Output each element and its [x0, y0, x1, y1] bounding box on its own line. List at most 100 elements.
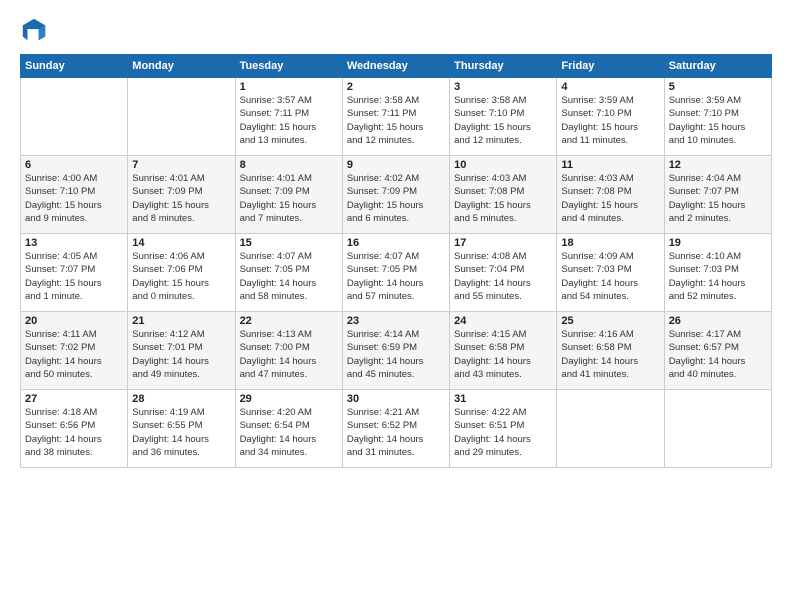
day-number: 15: [240, 237, 338, 249]
calendar-cell: 30Sunrise: 4:21 AM Sunset: 6:52 PM Dayli…: [342, 390, 449, 468]
day-number: 29: [240, 393, 338, 405]
weekday-header-sunday: Sunday: [21, 55, 128, 78]
day-info: Sunrise: 4:21 AM Sunset: 6:52 PM Dayligh…: [347, 406, 445, 459]
day-number: 28: [132, 393, 230, 405]
calendar-cell: 22Sunrise: 4:13 AM Sunset: 7:00 PM Dayli…: [235, 312, 342, 390]
day-info: Sunrise: 4:03 AM Sunset: 7:08 PM Dayligh…: [561, 172, 659, 225]
calendar-cell: 28Sunrise: 4:19 AM Sunset: 6:55 PM Dayli…: [128, 390, 235, 468]
calendar-cell: [557, 390, 664, 468]
calendar-cell: 10Sunrise: 4:03 AM Sunset: 7:08 PM Dayli…: [450, 156, 557, 234]
day-info: Sunrise: 4:11 AM Sunset: 7:02 PM Dayligh…: [25, 328, 123, 381]
calendar-cell: 25Sunrise: 4:16 AM Sunset: 6:58 PM Dayli…: [557, 312, 664, 390]
day-info: Sunrise: 3:59 AM Sunset: 7:10 PM Dayligh…: [561, 94, 659, 147]
day-info: Sunrise: 4:19 AM Sunset: 6:55 PM Dayligh…: [132, 406, 230, 459]
day-number: 30: [347, 393, 445, 405]
day-number: 16: [347, 237, 445, 249]
calendar-cell: [21, 78, 128, 156]
calendar-cell: 8Sunrise: 4:01 AM Sunset: 7:09 PM Daylig…: [235, 156, 342, 234]
calendar-cell: 2Sunrise: 3:58 AM Sunset: 7:11 PM Daylig…: [342, 78, 449, 156]
day-number: 12: [669, 159, 767, 171]
logo-icon: [20, 16, 48, 44]
day-number: 20: [25, 315, 123, 327]
day-number: 24: [454, 315, 552, 327]
day-info: Sunrise: 3:58 AM Sunset: 7:11 PM Dayligh…: [347, 94, 445, 147]
day-info: Sunrise: 4:05 AM Sunset: 7:07 PM Dayligh…: [25, 250, 123, 303]
calendar-cell: 31Sunrise: 4:22 AM Sunset: 6:51 PM Dayli…: [450, 390, 557, 468]
logo: [20, 16, 52, 44]
day-number: 14: [132, 237, 230, 249]
calendar-week-4: 20Sunrise: 4:11 AM Sunset: 7:02 PM Dayli…: [21, 312, 772, 390]
day-number: 9: [347, 159, 445, 171]
calendar-cell: [664, 390, 771, 468]
calendar-cell: 1Sunrise: 3:57 AM Sunset: 7:11 PM Daylig…: [235, 78, 342, 156]
calendar-cell: 29Sunrise: 4:20 AM Sunset: 6:54 PM Dayli…: [235, 390, 342, 468]
day-number: 27: [25, 393, 123, 405]
day-info: Sunrise: 4:20 AM Sunset: 6:54 PM Dayligh…: [240, 406, 338, 459]
calendar-cell: 7Sunrise: 4:01 AM Sunset: 7:09 PM Daylig…: [128, 156, 235, 234]
header: [20, 16, 772, 44]
day-info: Sunrise: 4:04 AM Sunset: 7:07 PM Dayligh…: [669, 172, 767, 225]
day-number: 23: [347, 315, 445, 327]
day-info: Sunrise: 4:06 AM Sunset: 7:06 PM Dayligh…: [132, 250, 230, 303]
day-number: 13: [25, 237, 123, 249]
day-info: Sunrise: 4:09 AM Sunset: 7:03 PM Dayligh…: [561, 250, 659, 303]
calendar-cell: 12Sunrise: 4:04 AM Sunset: 7:07 PM Dayli…: [664, 156, 771, 234]
calendar-week-1: 1Sunrise: 3:57 AM Sunset: 7:11 PM Daylig…: [21, 78, 772, 156]
day-info: Sunrise: 4:15 AM Sunset: 6:58 PM Dayligh…: [454, 328, 552, 381]
day-info: Sunrise: 4:08 AM Sunset: 7:04 PM Dayligh…: [454, 250, 552, 303]
day-info: Sunrise: 3:59 AM Sunset: 7:10 PM Dayligh…: [669, 94, 767, 147]
day-number: 2: [347, 81, 445, 93]
day-info: Sunrise: 4:03 AM Sunset: 7:08 PM Dayligh…: [454, 172, 552, 225]
calendar-cell: 13Sunrise: 4:05 AM Sunset: 7:07 PM Dayli…: [21, 234, 128, 312]
weekday-header-monday: Monday: [128, 55, 235, 78]
weekday-header-tuesday: Tuesday: [235, 55, 342, 78]
day-number: 18: [561, 237, 659, 249]
day-info: Sunrise: 3:58 AM Sunset: 7:10 PM Dayligh…: [454, 94, 552, 147]
day-number: 1: [240, 81, 338, 93]
calendar-cell: 11Sunrise: 4:03 AM Sunset: 7:08 PM Dayli…: [557, 156, 664, 234]
weekday-header-friday: Friday: [557, 55, 664, 78]
weekday-header-row: SundayMondayTuesdayWednesdayThursdayFrid…: [21, 55, 772, 78]
calendar-cell: 19Sunrise: 4:10 AM Sunset: 7:03 PM Dayli…: [664, 234, 771, 312]
day-number: 21: [132, 315, 230, 327]
day-info: Sunrise: 4:01 AM Sunset: 7:09 PM Dayligh…: [132, 172, 230, 225]
calendar-cell: 21Sunrise: 4:12 AM Sunset: 7:01 PM Dayli…: [128, 312, 235, 390]
calendar-cell: 27Sunrise: 4:18 AM Sunset: 6:56 PM Dayli…: [21, 390, 128, 468]
day-number: 25: [561, 315, 659, 327]
day-info: Sunrise: 4:02 AM Sunset: 7:09 PM Dayligh…: [347, 172, 445, 225]
day-info: Sunrise: 4:12 AM Sunset: 7:01 PM Dayligh…: [132, 328, 230, 381]
weekday-header-thursday: Thursday: [450, 55, 557, 78]
weekday-header-saturday: Saturday: [664, 55, 771, 78]
calendar-week-3: 13Sunrise: 4:05 AM Sunset: 7:07 PM Dayli…: [21, 234, 772, 312]
calendar-cell: 23Sunrise: 4:14 AM Sunset: 6:59 PM Dayli…: [342, 312, 449, 390]
calendar-week-5: 27Sunrise: 4:18 AM Sunset: 6:56 PM Dayli…: [21, 390, 772, 468]
day-info: Sunrise: 4:00 AM Sunset: 7:10 PM Dayligh…: [25, 172, 123, 225]
day-number: 3: [454, 81, 552, 93]
day-number: 5: [669, 81, 767, 93]
calendar-cell: 6Sunrise: 4:00 AM Sunset: 7:10 PM Daylig…: [21, 156, 128, 234]
calendar-cell: 5Sunrise: 3:59 AM Sunset: 7:10 PM Daylig…: [664, 78, 771, 156]
calendar-cell: 16Sunrise: 4:07 AM Sunset: 7:05 PM Dayli…: [342, 234, 449, 312]
day-info: Sunrise: 4:10 AM Sunset: 7:03 PM Dayligh…: [669, 250, 767, 303]
day-info: Sunrise: 4:13 AM Sunset: 7:00 PM Dayligh…: [240, 328, 338, 381]
calendar-cell: 18Sunrise: 4:09 AM Sunset: 7:03 PM Dayli…: [557, 234, 664, 312]
day-number: 22: [240, 315, 338, 327]
calendar-cell: 3Sunrise: 3:58 AM Sunset: 7:10 PM Daylig…: [450, 78, 557, 156]
day-number: 7: [132, 159, 230, 171]
day-number: 26: [669, 315, 767, 327]
day-info: Sunrise: 4:16 AM Sunset: 6:58 PM Dayligh…: [561, 328, 659, 381]
day-number: 31: [454, 393, 552, 405]
weekday-header-wednesday: Wednesday: [342, 55, 449, 78]
calendar-cell: 17Sunrise: 4:08 AM Sunset: 7:04 PM Dayli…: [450, 234, 557, 312]
day-info: Sunrise: 4:01 AM Sunset: 7:09 PM Dayligh…: [240, 172, 338, 225]
day-info: Sunrise: 4:17 AM Sunset: 6:57 PM Dayligh…: [669, 328, 767, 381]
calendar-cell: 20Sunrise: 4:11 AM Sunset: 7:02 PM Dayli…: [21, 312, 128, 390]
calendar-cell: 9Sunrise: 4:02 AM Sunset: 7:09 PM Daylig…: [342, 156, 449, 234]
day-info: Sunrise: 4:22 AM Sunset: 6:51 PM Dayligh…: [454, 406, 552, 459]
day-number: 8: [240, 159, 338, 171]
day-number: 11: [561, 159, 659, 171]
day-number: 19: [669, 237, 767, 249]
day-info: Sunrise: 4:18 AM Sunset: 6:56 PM Dayligh…: [25, 406, 123, 459]
day-info: Sunrise: 3:57 AM Sunset: 7:11 PM Dayligh…: [240, 94, 338, 147]
calendar-cell: 15Sunrise: 4:07 AM Sunset: 7:05 PM Dayli…: [235, 234, 342, 312]
